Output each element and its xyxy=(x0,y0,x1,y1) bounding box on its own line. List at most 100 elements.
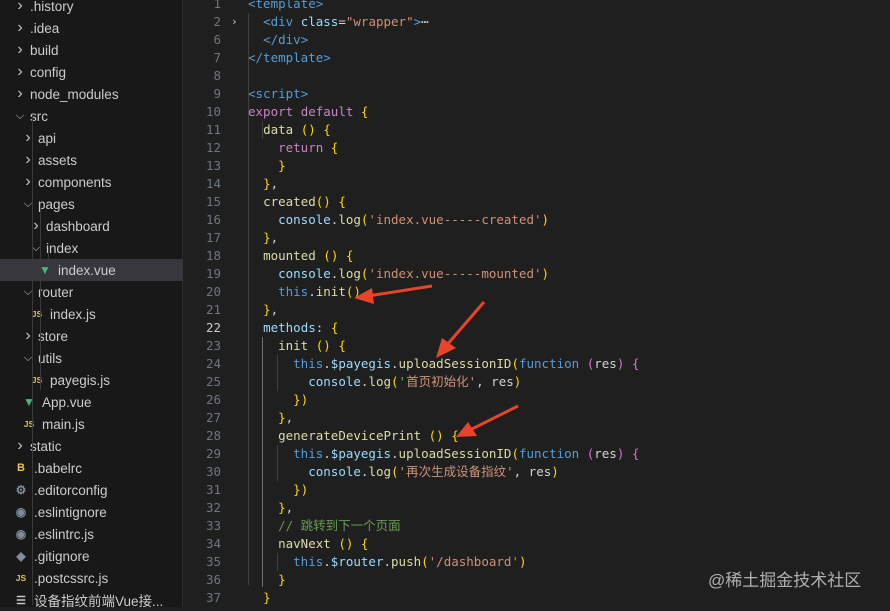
line-number: 22 xyxy=(205,320,221,335)
explorer-item[interactable]: ⌵ src xyxy=(0,105,196,127)
line-number: 20 xyxy=(205,284,221,299)
code-line[interactable]: 17 }, xyxy=(183,229,890,247)
line-number: 24 xyxy=(205,356,221,371)
vue-icon: ▼ xyxy=(23,395,35,409)
explorer-item-label: 设备指纹前端Vue接... xyxy=(34,594,164,609)
explorer-item-label: index.vue xyxy=(58,262,116,278)
code-line[interactable]: 21 }, xyxy=(183,301,890,319)
explorer-item-label: static xyxy=(30,438,62,454)
code-line[interactable]: 11 data () { xyxy=(183,121,890,139)
line-number: 13 xyxy=(205,158,221,173)
code-text: } xyxy=(278,158,286,173)
explorer-item-label: .gitignore xyxy=(34,548,90,564)
explorer-item[interactable]: › store xyxy=(0,325,204,347)
line-number: 18 xyxy=(205,248,221,263)
explorer-item[interactable]: › .history xyxy=(0,0,196,17)
code-line[interactable]: 1 <template> xyxy=(183,0,890,13)
explorer-item[interactable]: ◉ .eslintrc.js xyxy=(0,523,196,545)
chevron-down-icon: ⌵ xyxy=(15,109,25,122)
code-line[interactable]: 9 <script> xyxy=(183,85,890,103)
line-number: 31 xyxy=(205,482,221,497)
indent-guide xyxy=(277,445,278,481)
code-line[interactable]: 16 console.log('index.vue-----created') xyxy=(183,211,890,229)
code-text: mounted () { xyxy=(263,248,354,263)
explorer-item[interactable]: ⌵ utils xyxy=(0,347,204,369)
explorer-item[interactable]: › .idea xyxy=(0,17,196,39)
tree-indent-guide xyxy=(40,205,41,365)
explorer-item[interactable]: B .babelrc xyxy=(0,457,196,479)
explorer-item-label: build xyxy=(30,42,59,58)
code-line[interactable]: 19 console.log('index.vue-----mounted') xyxy=(183,265,890,283)
code-text: return { xyxy=(278,140,339,155)
line-number: 30 xyxy=(205,464,221,479)
explorer-item[interactable]: ⌵ router xyxy=(0,281,204,303)
git-icon: ◆ xyxy=(16,549,26,563)
code-text: <div class="wrapper">⋯ xyxy=(263,14,429,29)
code-editor[interactable]: 1 <template> 2 › <div class="wrapper">⋯ 6 </… xyxy=(183,0,890,607)
fold-chevron-icon[interactable]: › xyxy=(231,13,238,31)
code-text: }, xyxy=(263,230,279,245)
code-line[interactable]: 13 } xyxy=(183,157,890,175)
explorer-item[interactable]: ☰ 设备指纹前端Vue接... xyxy=(0,589,196,611)
explorer-item[interactable]: › config xyxy=(0,61,196,83)
explorer-item[interactable]: › components xyxy=(0,171,204,193)
line-number: 27 xyxy=(205,410,221,425)
explorer-item-label: components xyxy=(38,174,112,190)
code-line[interactable]: 26 }) xyxy=(183,391,890,409)
code-text: }) xyxy=(293,392,309,407)
code-text: console.log('首页初始化', res) xyxy=(308,374,522,389)
code-line[interactable]: 12 return { xyxy=(183,139,890,157)
explorer-item-label: .idea xyxy=(30,20,60,36)
code-line[interactable]: 23 init () { xyxy=(183,337,890,355)
code-line[interactable]: 24 this.$payegis.uploadSessionID(functio… xyxy=(183,355,890,373)
code-line[interactable]: 32 }, xyxy=(183,499,890,517)
tree-indent-guide xyxy=(32,115,33,605)
explorer-item[interactable]: › build xyxy=(0,39,196,61)
explorer-item[interactable]: JS .postcssrc.js xyxy=(0,567,196,589)
code-line[interactable]: 27 }, xyxy=(183,409,890,427)
explorer-item[interactable]: › static xyxy=(0,435,196,457)
explorer-item-label: router xyxy=(38,284,74,300)
code-line[interactable]: 6 </div> xyxy=(183,31,890,49)
code-line[interactable]: 20 this.init() xyxy=(183,283,890,301)
explorer-item[interactable]: ⌵ pages xyxy=(0,193,204,215)
explorer-item[interactable]: ⚙ .editorconfig xyxy=(0,479,196,501)
code-line[interactable]: 8 xyxy=(183,67,890,85)
code-line[interactable]: 34 navNext () { xyxy=(183,535,890,553)
line-number: 34 xyxy=(205,536,221,551)
explorer-item[interactable]: JS main.js xyxy=(0,413,204,435)
code-line[interactable]: 10 export default { xyxy=(183,103,890,121)
explorer-item[interactable]: ◆ .gitignore xyxy=(0,545,196,567)
code-line[interactable]: 33 // 跳转到下一个页面 xyxy=(183,517,890,535)
code-line[interactable]: 25 console.log('首页初始化', res) xyxy=(183,373,890,391)
line-number: 33 xyxy=(205,518,221,533)
explorer-item[interactable]: › assets xyxy=(0,149,204,171)
explorer-item-label: assets xyxy=(38,152,78,168)
code-text: }, xyxy=(278,500,294,515)
explorer-item[interactable]: ▼ App.vue xyxy=(0,391,204,413)
code-text: }, xyxy=(263,176,279,191)
code-line[interactable]: 18 mounted () { xyxy=(183,247,890,265)
line-number: 15 xyxy=(205,194,221,209)
code-line[interactable]: 15 created() { xyxy=(183,193,890,211)
code-line[interactable]: 28 generateDevicePrint () { xyxy=(183,427,890,445)
code-line[interactable]: 37 } xyxy=(183,589,890,607)
code-line[interactable]: 14 }, xyxy=(183,175,890,193)
line-number: 19 xyxy=(205,266,221,281)
code-line[interactable]: 30 console.log('再次生成设备指纹', res) xyxy=(183,463,890,481)
code-text: <template> xyxy=(248,0,324,11)
explorer-item[interactable]: › node_modules xyxy=(0,83,196,105)
line-number: 11 xyxy=(205,122,221,137)
explorer-item[interactable]: ◉ .eslintignore xyxy=(0,501,196,523)
code-line[interactable]: 7 </template> xyxy=(183,49,890,67)
code-line[interactable]: 2 › <div class="wrapper">⋯ xyxy=(183,13,890,31)
line-number: 2 xyxy=(213,14,221,29)
code-line[interactable]: 29 this.$payegis.uploadSessionID(functio… xyxy=(183,445,890,463)
code-line[interactable]: 22 methods: { xyxy=(183,319,890,337)
code-text: } xyxy=(278,572,286,587)
js-icon: JS xyxy=(23,419,35,429)
code-text: this.$router.push('/dashboard') xyxy=(293,554,527,569)
js-icon: JS xyxy=(15,573,27,583)
explorer-item[interactable]: › api xyxy=(0,127,204,149)
code-line[interactable]: 31 }) xyxy=(183,481,890,499)
